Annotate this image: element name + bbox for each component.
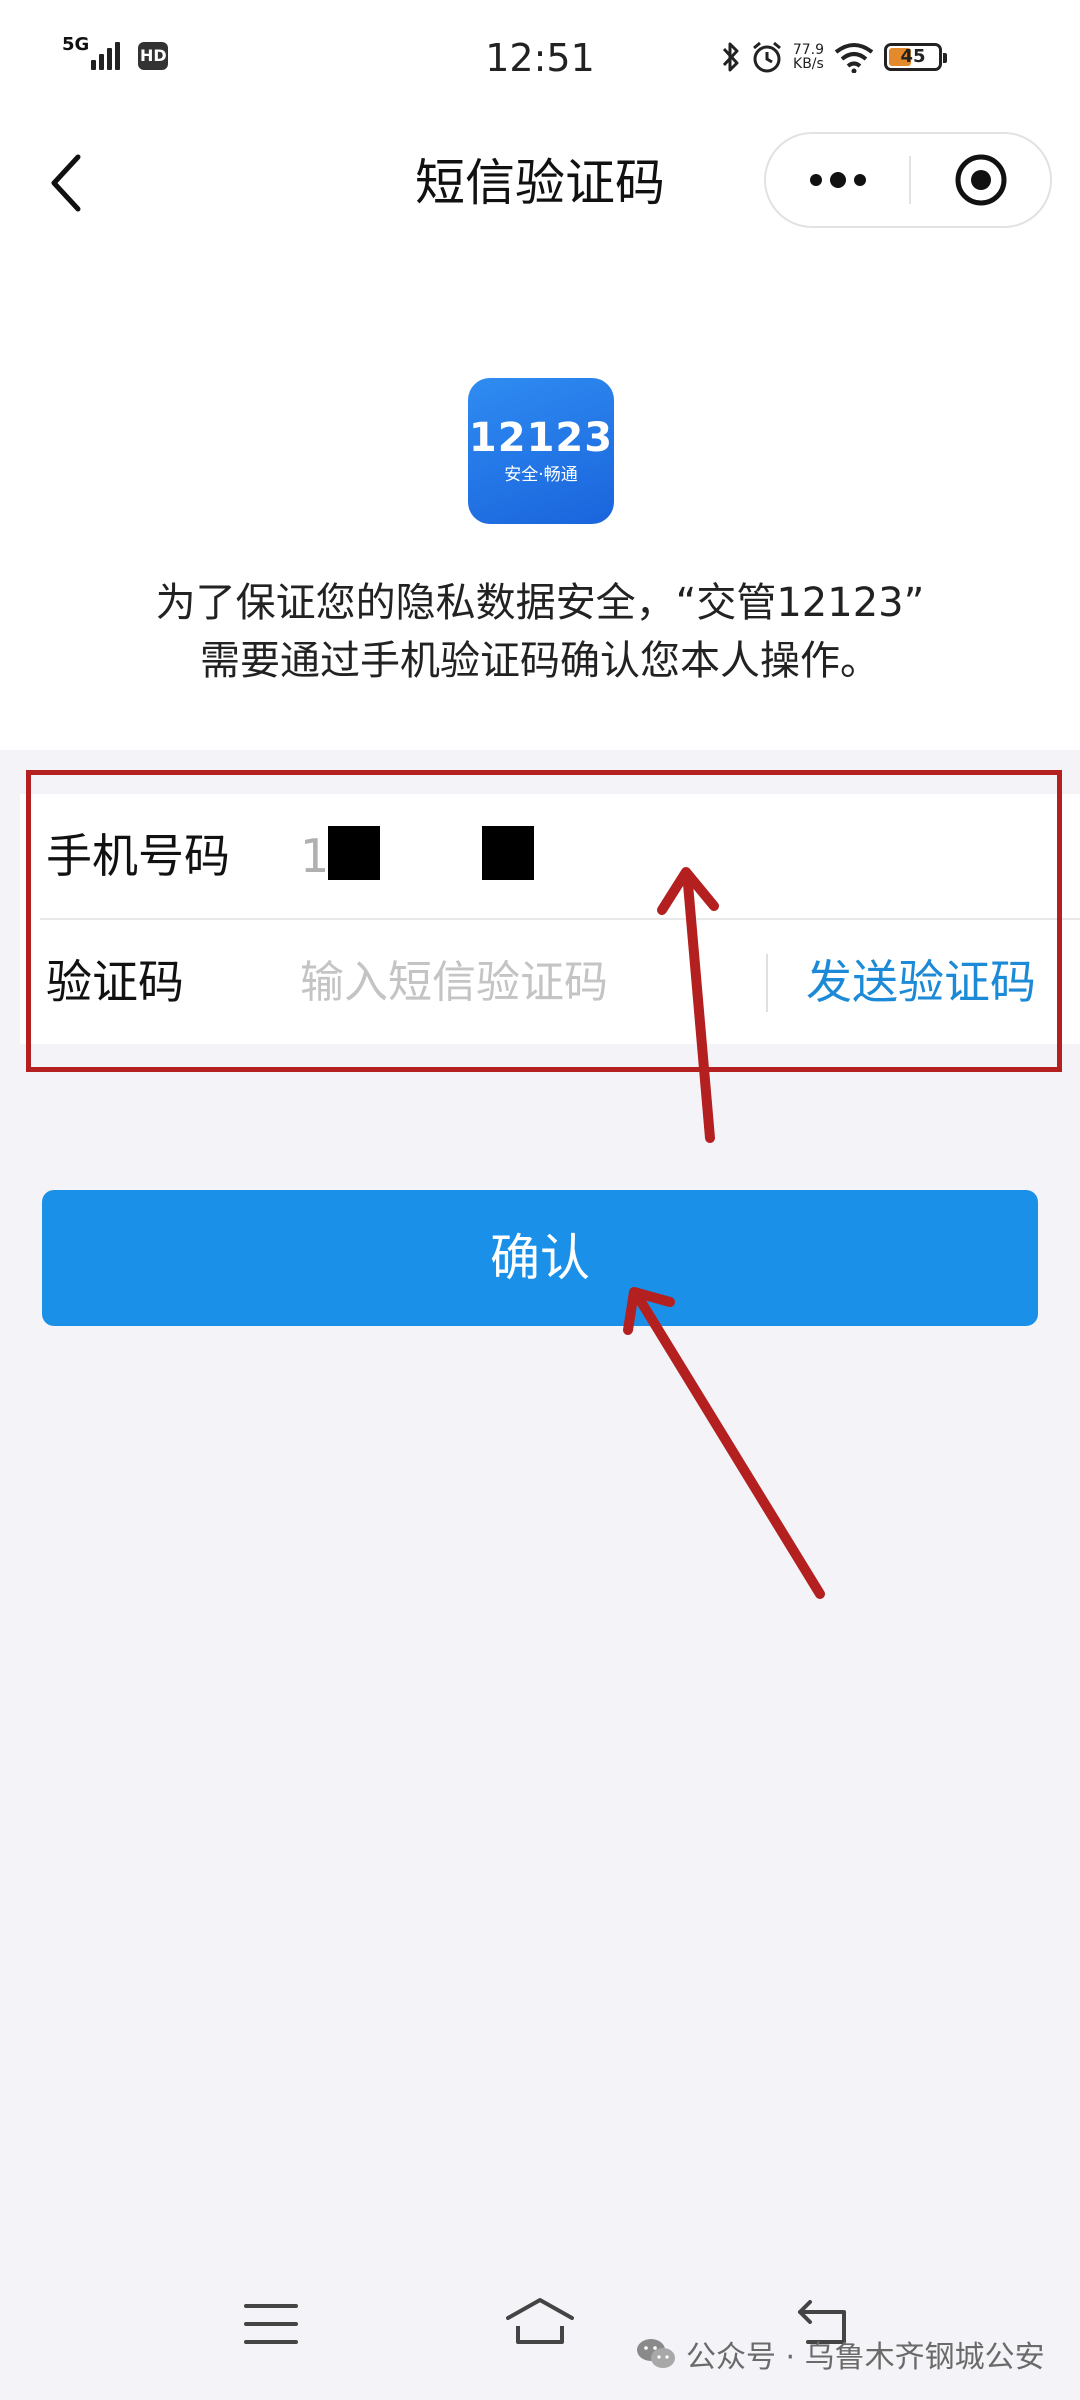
redaction-block	[328, 826, 380, 880]
page-title: 短信验证码	[415, 154, 665, 212]
send-code-button[interactable]: 发送验证码	[806, 920, 1036, 1044]
home-icon[interactable]	[504, 2296, 576, 2346]
more-dots-icon	[809, 172, 866, 188]
battery-level: 45	[900, 46, 926, 67]
input-divider	[766, 954, 768, 1012]
net-speed: 77.9 KB/s	[793, 43, 824, 71]
miniprogram-capsule	[764, 132, 1052, 228]
logo-slogan: 安全·畅通	[504, 465, 578, 485]
code-row: 验证码 发送验证码	[20, 920, 1080, 1044]
more-button[interactable]	[766, 134, 909, 226]
notice-line-1: 为了保证您的隐私数据安全，“交管12123”	[155, 580, 925, 626]
target-close-icon	[955, 154, 1006, 206]
close-miniprogram-button[interactable]	[911, 134, 1050, 226]
status-time: 12:51	[485, 36, 595, 80]
battery-icon: 45	[884, 43, 947, 71]
status-bar: 5G HD 12:51 77.9 KB/s 45	[0, 0, 1080, 120]
net-speed-unit: KB/s	[793, 56, 824, 72]
verification-form: 手机号码 1 验证码 发送验证码	[20, 794, 1080, 1044]
code-label: 验证码	[46, 955, 184, 1009]
phone-row: 手机号码 1	[20, 794, 1080, 918]
notice-line-2: 需要通过手机验证码确认您本人操作。	[200, 638, 880, 684]
status-right: 77.9 KB/s 45	[721, 40, 947, 74]
net-speed-value: 77.9	[792, 42, 824, 58]
signal-icon	[91, 40, 121, 70]
menu-icon[interactable]	[244, 2302, 298, 2346]
battery-tip	[943, 53, 947, 63]
watermark: 公众号 · 乌鲁木齐钢城公安	[636, 2332, 1045, 2376]
wechat-icon	[637, 2339, 675, 2368]
bluetooth-icon	[722, 42, 739, 72]
sms-code-input[interactable]	[300, 942, 760, 1022]
app-logo: 12123 安全·畅通	[468, 378, 614, 524]
alarm-icon	[752, 41, 781, 73]
watermark-text: 公众号 · 乌鲁木齐钢城公安	[686, 2340, 1045, 2375]
redaction-block	[482, 826, 534, 880]
wifi-icon	[834, 43, 874, 73]
back-button[interactable]	[40, 148, 90, 218]
status-left: 5G HD	[62, 36, 169, 70]
network-type: 5G	[62, 34, 90, 55]
privacy-notice: 为了保证您的隐私数据安全，“交管12123” 需要通过手机验证码确认您本人操作。	[60, 574, 1020, 690]
phone-label: 手机号码	[46, 829, 230, 883]
chevron-left-icon	[51, 154, 81, 212]
confirm-button[interactable]: 确认	[42, 1190, 1038, 1326]
phone-number-value: 1	[300, 829, 330, 883]
logo-number: 12123	[468, 415, 614, 461]
hd-badge: HD	[138, 42, 169, 70]
arrow-to-confirm	[623, 1287, 825, 1599]
